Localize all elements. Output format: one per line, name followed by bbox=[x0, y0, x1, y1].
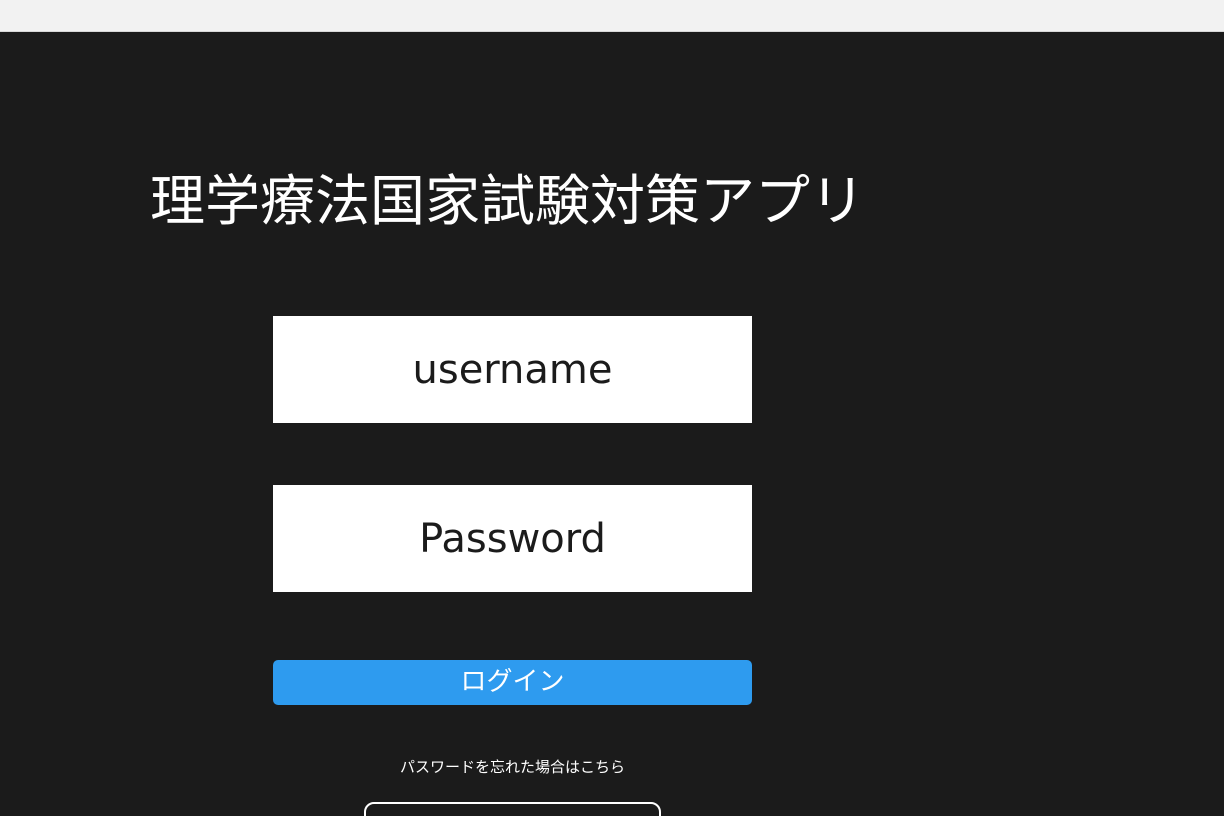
password-input[interactable] bbox=[273, 485, 752, 592]
login-button[interactable]: ログイン bbox=[273, 660, 752, 705]
forgot-password-link[interactable]: パスワードを忘れた場合はこちら bbox=[273, 757, 752, 777]
browser-top-bar bbox=[0, 0, 1224, 32]
secondary-button[interactable] bbox=[364, 802, 661, 816]
app-title: 理学療法国家試験対策アプリ bbox=[150, 169, 866, 233]
username-input[interactable] bbox=[273, 316, 752, 423]
